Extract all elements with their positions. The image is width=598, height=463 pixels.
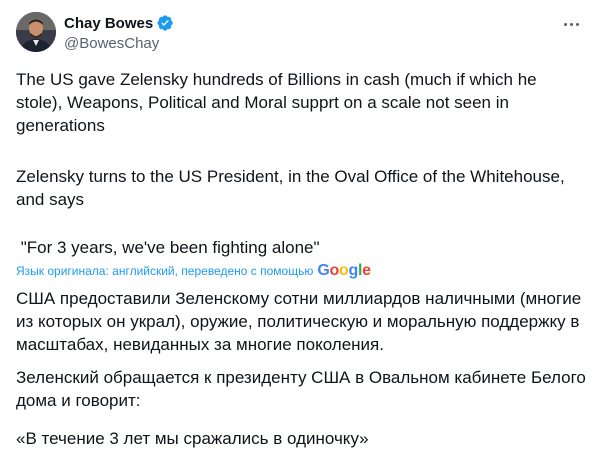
post-text-original-paragraph-2: Zelensky turns to the US President, in t… [16, 167, 565, 209]
display-name[interactable]: Chay Bowes [64, 15, 153, 32]
more-options-icon[interactable] [560, 14, 582, 34]
author-info: Chay Bowes @BowesChay [64, 13, 174, 52]
post-text-translated-quote: «В течение 3 лет мы сражались в одиночку… [16, 429, 369, 448]
translation-note: Язык оригинала: английский, переведено с… [16, 264, 314, 278]
post-text-translated-paragraph-1: США предоставили Зеленскому сотни миллиа… [16, 289, 582, 354]
post-text-translated-paragraph-2: Зеленский обращается к президенту США в … [16, 368, 586, 410]
post-header: Chay Bowes @BowesChay [16, 12, 582, 56]
user-avatar-icon [16, 12, 56, 52]
handle[interactable]: @BowesChay [64, 35, 174, 52]
post-text-original-quote: "For 3 years, we've been fighting alone" [16, 238, 320, 257]
post-text-original-paragraph-1: The US gave Zelensky hundreds of Billion… [16, 70, 537, 135]
google-logo: Google [317, 262, 371, 279]
avatar[interactable] [16, 12, 56, 52]
translation-attribution[interactable]: Язык оригинала: английский, переведено с… [16, 262, 371, 280]
verified-badge-icon[interactable] [156, 14, 174, 32]
